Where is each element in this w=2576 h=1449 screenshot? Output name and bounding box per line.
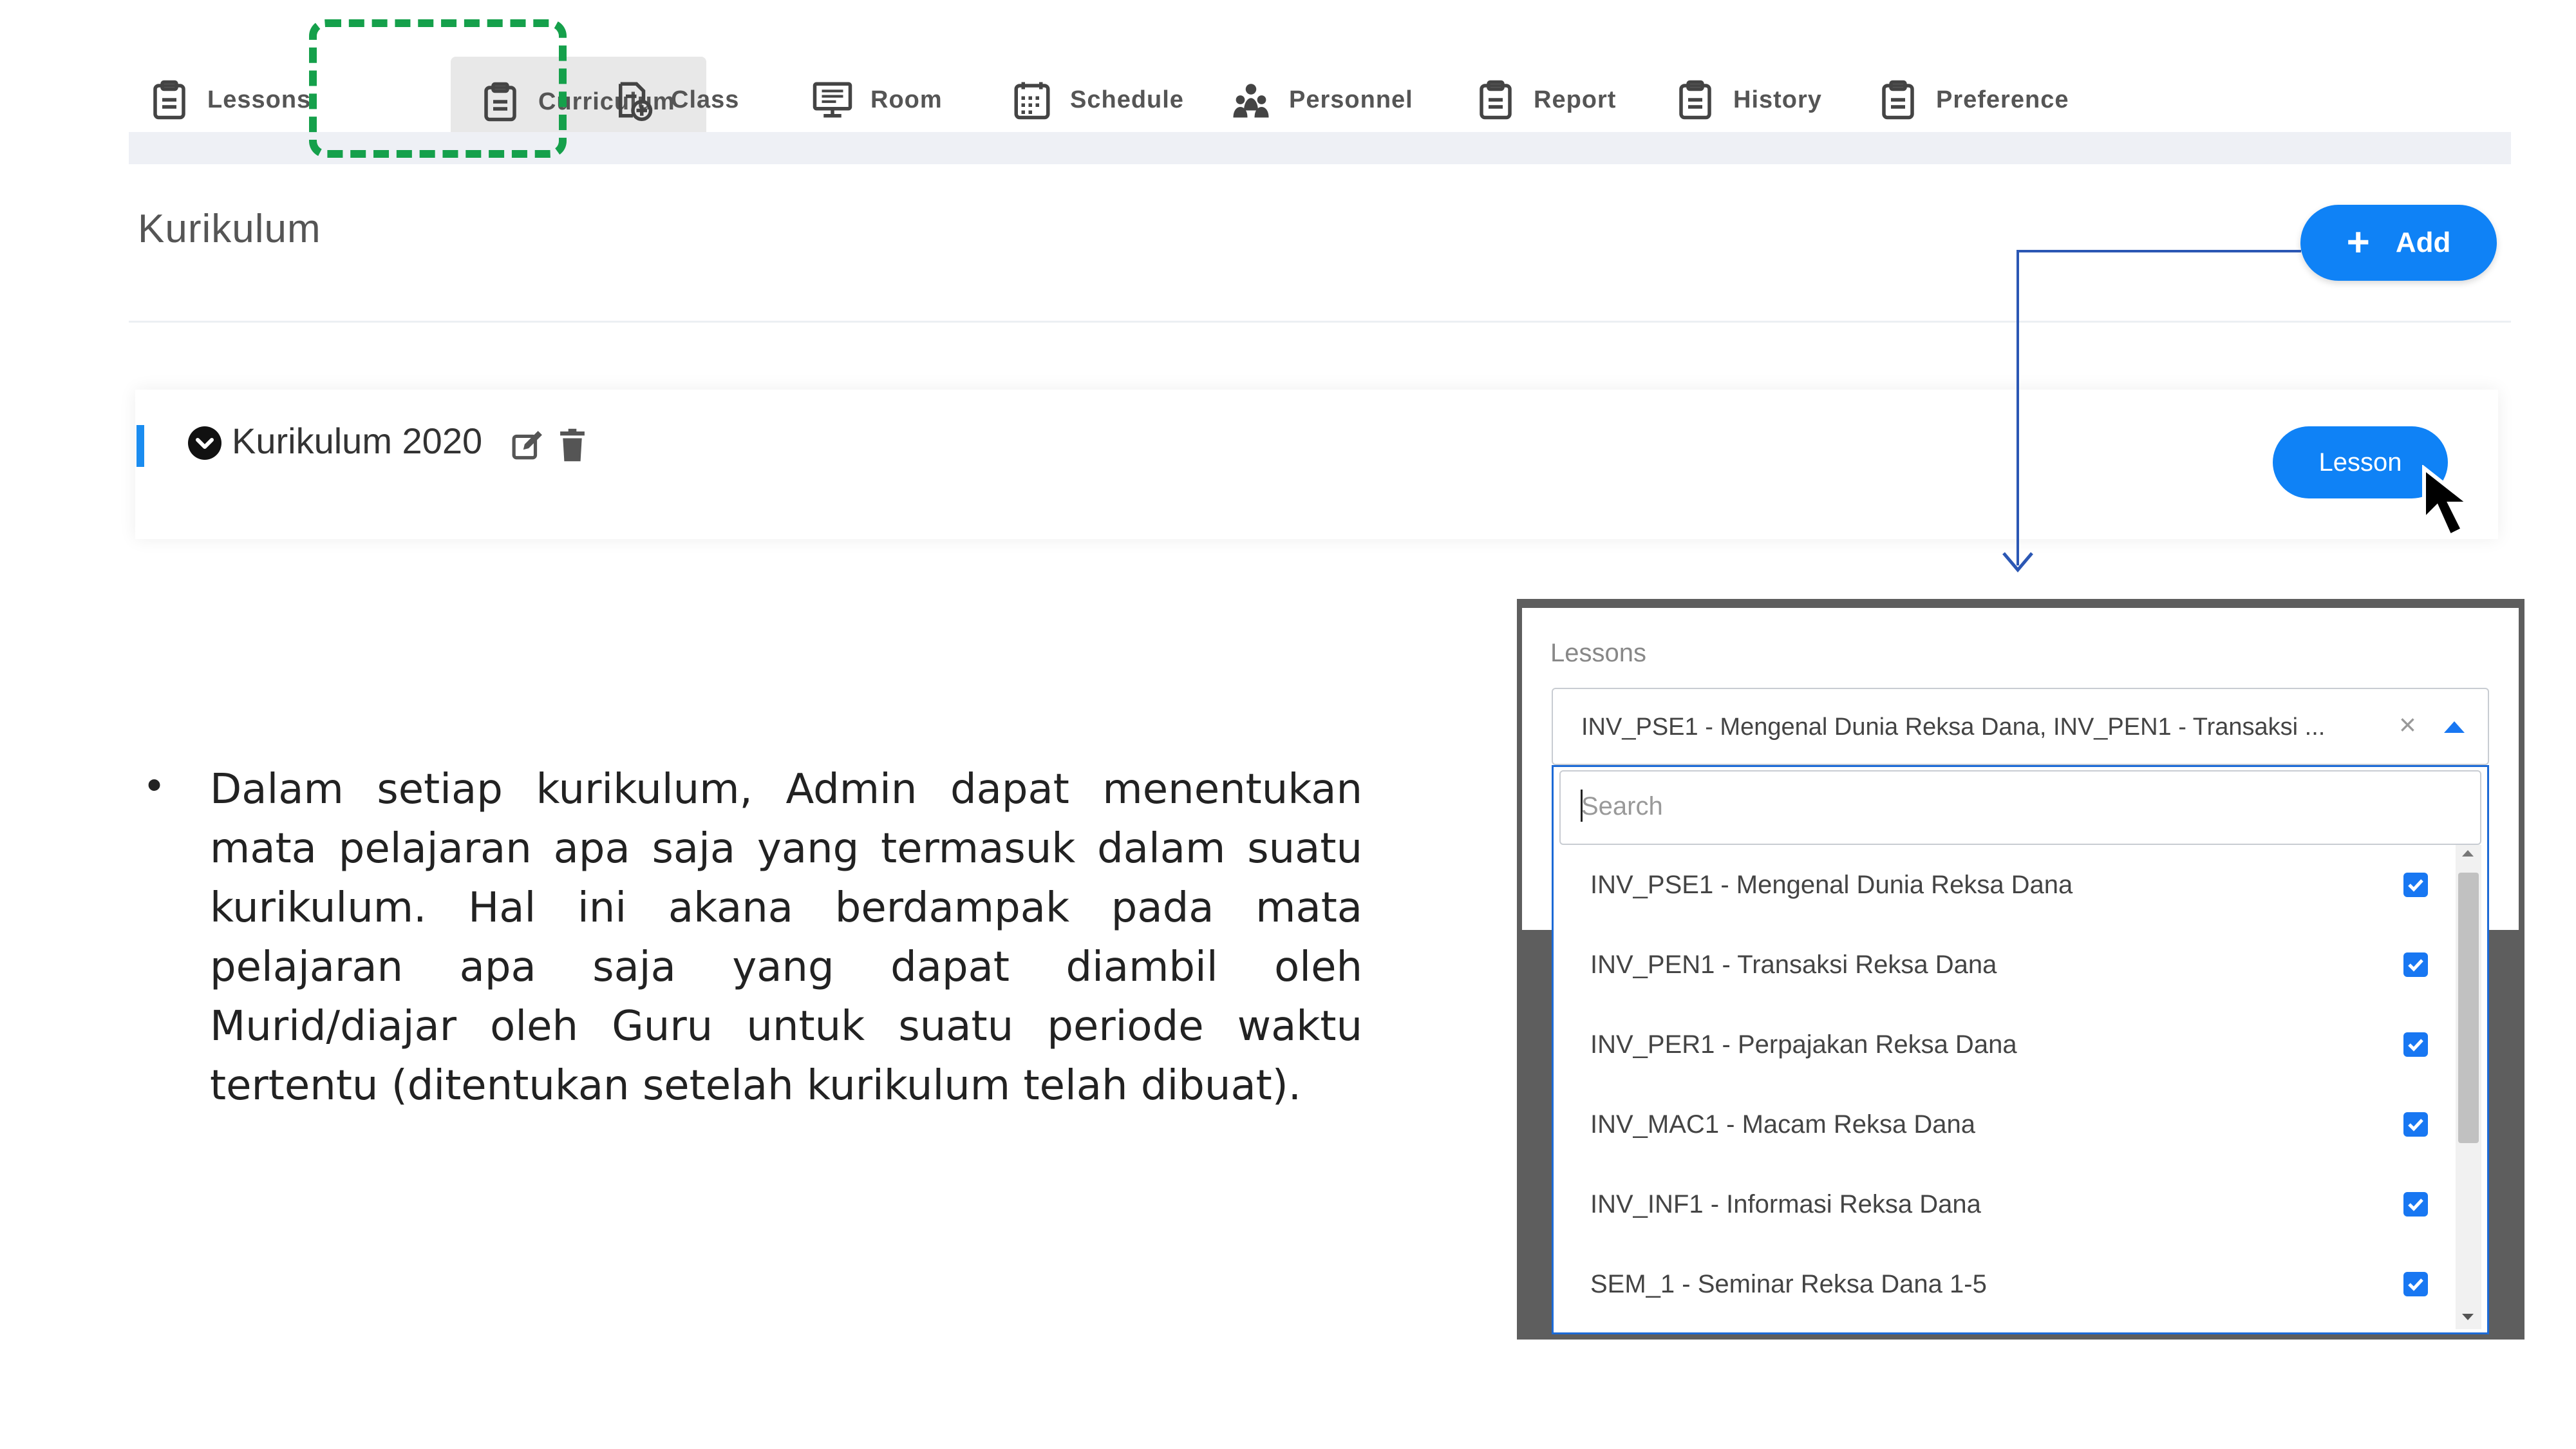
people-icon [1233, 84, 1269, 118]
checkbox[interactable] [2403, 1272, 2428, 1296]
header-divider [129, 321, 2511, 323]
arrow-down-icon [2002, 552, 2033, 573]
tab-label: Personnel [1289, 86, 1413, 113]
text-cursor [1581, 790, 1583, 822]
lesson-option[interactable]: SEM_1 - Seminar Reksa Dana 1-5 [1590, 1270, 1987, 1299]
tab-label: History [1733, 86, 1822, 113]
card-accent-bar [136, 425, 144, 467]
tab-schedule[interactable]: Schedule [1011, 64, 1184, 135]
mouse-cursor-icon [2422, 465, 2475, 539]
tab-label: Room [870, 86, 943, 113]
lessons-field-label: Lessons [1550, 639, 1646, 667]
checkbox[interactable] [2403, 952, 2428, 977]
scroll-up-icon[interactable] [2462, 850, 2474, 857]
add-button-label: Add [2395, 227, 2451, 258]
tab-lessons[interactable]: Lessons [148, 64, 311, 135]
lesson-option[interactable]: INV_PSE1 - Mengenal Dunia Reksa Dana [1590, 871, 2073, 900]
monitor-icon [813, 82, 852, 118]
lesson-option[interactable]: INV_PER1 - Perpajakan Reksa Dana [1590, 1030, 2017, 1059]
tab-history[interactable]: History [1674, 64, 1822, 135]
search-input[interactable] [1559, 770, 2481, 845]
clipboard-icon [153, 80, 185, 120]
explanation-text: Dalam setiap kurikulum, Admin dapat mene… [210, 766, 1362, 1110]
trash-icon[interactable] [559, 428, 586, 462]
checkbox[interactable] [2403, 873, 2428, 897]
tab-preference[interactable]: Preference [1877, 64, 2069, 135]
calendar-icon [1014, 82, 1050, 120]
edit-icon[interactable] [511, 430, 543, 462]
checkbox[interactable] [2403, 1032, 2428, 1057]
tab-label: Class [671, 86, 740, 113]
tab-label: Schedule [1070, 86, 1184, 113]
connector-line [2017, 250, 2301, 252]
tab-room[interactable]: Room [811, 64, 943, 135]
lesson-option[interactable]: INV_PEN1 - Transaksi Reksa Dana [1590, 951, 1997, 980]
bullet-point: • [147, 761, 162, 808]
lesson-option[interactable]: INV_INF1 - Informasi Reksa Dana [1590, 1190, 1981, 1219]
selected-lessons-text: INV_PSE1 - Mengenal Dunia Reksa Dana, IN… [1581, 714, 2326, 741]
tab-label: Lessons [207, 86, 312, 113]
tab-report[interactable]: Report [1474, 64, 1616, 135]
scrollbar-thumb[interactable] [2458, 873, 2479, 1143]
add-button[interactable]: + Add [2300, 205, 2497, 281]
lesson-option[interactable]: INV_MAC1 - Macam Reksa Dana [1590, 1110, 1975, 1139]
plus-icon: + [2346, 220, 2370, 265]
scroll-down-icon[interactable] [2462, 1314, 2474, 1320]
tab-label: Report [1534, 86, 1617, 113]
page-title: Kurikulum [138, 207, 321, 251]
clipboard-icon [1480, 80, 1512, 120]
curriculum-highlight-box [309, 19, 567, 158]
connector-line [2017, 250, 2019, 565]
checkbox[interactable] [2403, 1112, 2428, 1137]
curriculum-card [135, 390, 2498, 539]
tab-personnel[interactable]: Personnel [1230, 64, 1413, 135]
document-add-icon [619, 82, 653, 121]
tab-label: Preference [1936, 86, 2069, 113]
lesson-button-label: Lesson [2318, 448, 2402, 477]
caret-up-icon[interactable] [2444, 721, 2465, 733]
clear-icon[interactable]: × [2399, 707, 2416, 742]
clipboard-icon [1882, 80, 1914, 120]
search-placeholder: Search [1581, 792, 1663, 820]
chevron-down-icon[interactable] [188, 426, 221, 460]
tab-class[interactable]: Class [612, 64, 739, 135]
checkbox[interactable] [2403, 1192, 2428, 1217]
curriculum-name: Kurikulum 2020 [232, 421, 483, 461]
clipboard-icon [1679, 80, 1711, 120]
